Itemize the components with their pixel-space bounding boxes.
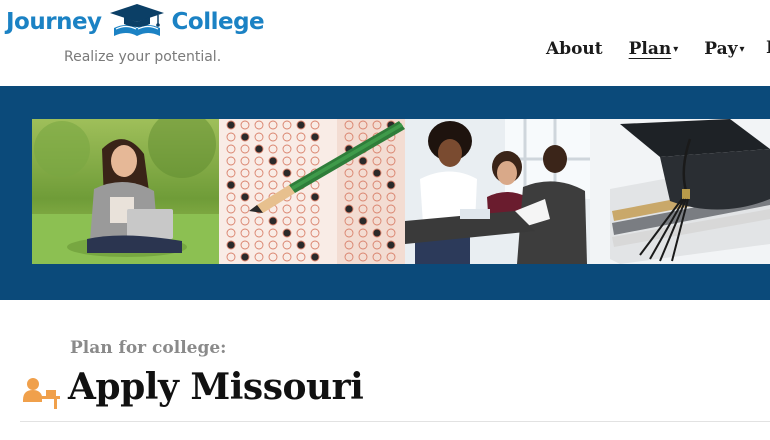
chevron-down-icon: ▾ [673,44,679,55]
logo-word-college: College [171,9,265,35]
section-label: Plan for college: [70,338,227,358]
main-nav: About Plan ▾ Pay ▾ [546,38,770,60]
nav-item-plan[interactable]: Plan ▾ [629,39,679,59]
nav-label-pay: Pay [704,39,738,59]
tagline: Realize your potential. [64,49,222,65]
divider [20,421,770,422]
banner-photo-strip [32,119,770,264]
site-header: Journey College Realize your potential. … [0,0,770,86]
students-studying-photo [405,119,590,264]
graduation-cap-book-icon [109,4,164,36]
answer-sheet-pencil-photo [219,119,405,264]
nav-label-about: About [546,39,603,59]
page-title: Apply Missouri [68,366,364,408]
site-logo[interactable]: Journey College [6,2,265,42]
hero-banner [0,86,770,300]
graduation-cap-books-photo [590,119,770,264]
nav-item-pay[interactable]: Pay ▾ [704,39,744,59]
nav-item-clipped[interactable]: I [766,38,770,60]
chevron-down-icon: ▾ [739,44,745,55]
student-at-desk-icon [23,378,60,409]
nav-label-plan: Plan [628,39,672,59]
nav-item-about[interactable]: About [546,39,603,59]
logo-word-journey: Journey [6,9,102,35]
student-with-laptop-photo [32,119,219,264]
